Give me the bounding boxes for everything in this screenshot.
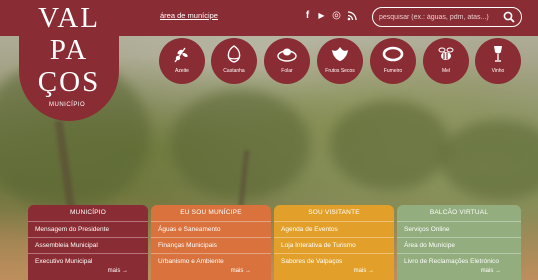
olive-tree-right — [330, 100, 450, 190]
product-label: Folar — [281, 68, 293, 74]
more-link[interactable]: mais → — [354, 268, 374, 274]
search-box — [372, 7, 522, 27]
panel-link[interactable]: Urbanismo e Ambiente — [151, 253, 271, 269]
panel-title: MUNICÍPIO — [69, 209, 107, 216]
municipality-logo[interactable]: VAL PA ÇOS MUNICÍPIO — [19, 0, 119, 121]
youtube-icon[interactable]: ▶ — [315, 9, 328, 23]
sausage-icon — [382, 46, 404, 62]
product-mel[interactable]: Mel — [423, 38, 469, 84]
logo-subtitle: MUNICÍPIO — [49, 102, 86, 108]
panel-link[interactable]: Mensagem do Presidente — [28, 221, 148, 237]
logo-line-1: VAL — [38, 2, 100, 34]
panel-link[interactable]: Serviços Online — [397, 221, 521, 237]
panel-title: EU SOU MUNÍCIPE — [180, 209, 242, 216]
panel-title: BALCÃO VIRTUAL — [429, 209, 489, 216]
olive-tree-far-right — [440, 120, 538, 200]
bee-icon — [438, 47, 454, 60]
panel-link[interactable]: Loja Interativa de Turismo — [274, 237, 394, 253]
panel-link[interactable]: Agenda de Eventos — [274, 221, 394, 237]
product-label: Mel — [441, 68, 451, 74]
olive-branch-icon — [174, 47, 188, 63]
product-label: Fumeiro — [383, 68, 403, 74]
product-label: Frutos Secos — [325, 68, 355, 74]
panel-link[interactable]: Finanças Municipais — [151, 237, 271, 253]
homepage: área de munícipe f ▶ ◎ VAL PA ÇOS MUNICÍ… — [0, 0, 538, 280]
logo-line-2: PA — [49, 34, 89, 66]
more-link[interactable]: mais → — [108, 268, 128, 274]
product-label: Azeite — [175, 68, 189, 74]
product-frutos-secos[interactable]: Frutos Secos — [317, 38, 363, 84]
panel-link[interactable]: Executivo Municipal — [28, 253, 148, 269]
area-munícipe-link[interactable]: área de munícipe — [160, 11, 218, 20]
search-icon[interactable] — [503, 11, 515, 23]
search-input[interactable] — [379, 10, 495, 24]
panel-link[interactable]: Área do Munícipe — [397, 237, 521, 253]
instagram-icon[interactable]: ◎ — [330, 9, 343, 23]
panel-link[interactable]: Livro de Reclamações Eletrónico — [397, 253, 521, 269]
product-label: Vinho — [491, 68, 505, 74]
panel-sou-visitante: SOU VISITANTE Agenda de Eventos Loja Int… — [274, 205, 394, 280]
dried-fruits-icon — [332, 47, 348, 61]
panel-eu-sou-municipe: EU SOU MUNÍCIPE Águas e Saneamento Finan… — [151, 205, 271, 280]
product-castanha[interactable]: Castanha — [211, 38, 257, 84]
chestnut-icon — [227, 45, 241, 63]
panel-title: SOU VISITANTE — [308, 209, 360, 216]
panel-link[interactable]: Águas e Saneamento — [151, 221, 271, 237]
panel-balcao-virtual: BALCÃO VIRTUAL Serviços Online Área do M… — [397, 205, 521, 280]
panel-link[interactable]: Assembleia Municipal — [28, 237, 148, 253]
product-azeite[interactable]: Azeite — [159, 38, 205, 84]
more-link[interactable]: mais → — [231, 268, 251, 274]
product-folar[interactable]: Folar — [264, 38, 310, 84]
facebook-icon[interactable]: f — [301, 9, 314, 23]
rss-icon[interactable] — [345, 9, 358, 23]
panel-municipio: MUNICÍPIO Mensagem do Presidente Assembl… — [28, 205, 148, 280]
product-label: Castanha — [223, 68, 245, 74]
wine-glass-icon — [494, 46, 502, 62]
folar-bread-icon — [277, 48, 297, 62]
product-fumeiro[interactable]: Fumeiro — [370, 38, 416, 84]
product-vinho[interactable]: Vinho — [475, 38, 521, 84]
panel-link[interactable]: Sabores de Valpaços — [274, 253, 394, 269]
more-link[interactable]: mais → — [481, 268, 501, 274]
logo-line-3: ÇOS — [37, 66, 101, 98]
